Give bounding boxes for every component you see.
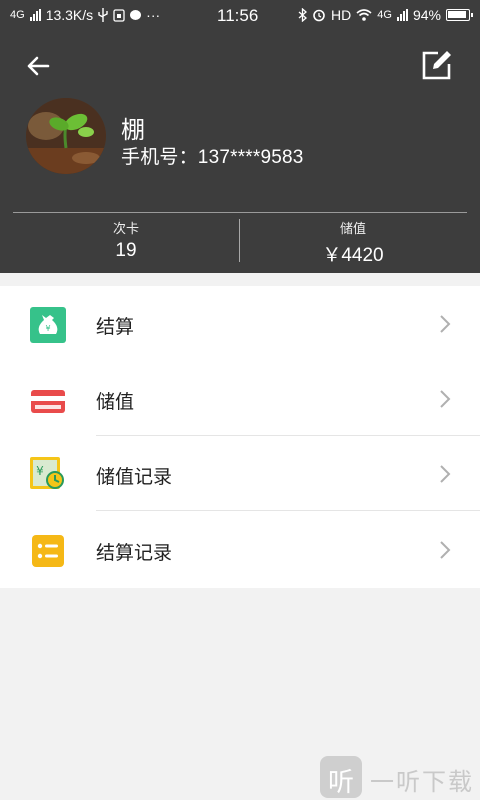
network-type-label-right: 4G (377, 9, 392, 21)
chevron-right-icon (440, 315, 451, 333)
sim-icon (113, 8, 125, 22)
punch-card-stat[interactable]: 次卡 19 (13, 218, 239, 262)
bluetooth-icon (298, 8, 308, 22)
list-icon (32, 535, 64, 567)
wifi-icon (356, 9, 372, 21)
menu-label-deposit-record: 储值记录 (96, 467, 173, 488)
balance-stat[interactable]: 储值 ￥4420 (240, 218, 466, 267)
watermark-logo-icon: 听 (320, 756, 362, 798)
watermark-text: 一听下载 (370, 769, 474, 796)
menu-item-settlement[interactable]: ¥ 结算 (0, 286, 480, 361)
punch-card-count: 19 (115, 240, 137, 261)
usb-icon (98, 8, 108, 22)
chevron-right-icon (440, 541, 451, 559)
status-bar: 4G 13.3K/s ··· 11:56 HD 4G 94% (0, 0, 480, 32)
message-icon (130, 10, 142, 20)
back-arrow-icon[interactable] (22, 50, 54, 82)
settlement-icon: ¥ (30, 307, 66, 343)
battery-percent: 94% (412, 7, 441, 23)
svg-text:¥: ¥ (36, 464, 44, 478)
avatar-image (26, 98, 106, 174)
menu-label-settlement-record: 结算记录 (96, 543, 173, 564)
status-left: 4G 13.3K/s ··· (10, 7, 160, 23)
profile-header: 4G 13.3K/s ··· 11:56 HD 4G 94% 棚 手机号：137… (0, 0, 480, 273)
menu-label-deposit: 储值 (96, 392, 135, 413)
user-name: 棚 (121, 117, 145, 144)
watermark: 听 一听下载 (320, 756, 476, 798)
signal-icon (29, 9, 41, 21)
status-right: HD 4G 94% (298, 7, 473, 23)
card-icon (31, 390, 65, 413)
svg-text:¥: ¥ (45, 324, 50, 333)
menu-item-settlement-record[interactable]: 结算记录 (0, 511, 480, 588)
hd-label: HD (331, 7, 352, 23)
menu-item-deposit-record[interactable]: ¥ 储值记录 (0, 436, 480, 511)
battery-icon (446, 9, 473, 21)
watermark-logo-text: 听 (328, 767, 355, 797)
menu-item-deposit[interactable]: 储值 (0, 361, 480, 436)
header-divider (13, 212, 467, 213)
menu-label-settlement: 结算 (96, 317, 135, 338)
balance-value: ￥4420 (322, 245, 384, 266)
edit-icon[interactable] (420, 48, 454, 82)
network-type-label: 4G (10, 9, 25, 21)
signal-icon-right (396, 9, 408, 21)
action-menu: ¥ 结算 储值 ¥ 储值记录 结算记录 (0, 286, 480, 588)
punch-card-label: 次卡 (112, 221, 139, 236)
network-speed: 13.3K/s (45, 7, 94, 23)
more-notifications: ··· (146, 7, 161, 23)
balance-label: 储值 (339, 221, 366, 236)
user-phone: 手机号：137****9583 (121, 147, 304, 168)
chevron-right-icon (440, 390, 451, 408)
clock: 11:56 (217, 6, 259, 25)
avatar[interactable] (26, 98, 106, 174)
deposit-record-icon: ¥ (30, 457, 64, 489)
alarm-icon (313, 9, 325, 22)
chevron-right-icon (440, 465, 451, 483)
